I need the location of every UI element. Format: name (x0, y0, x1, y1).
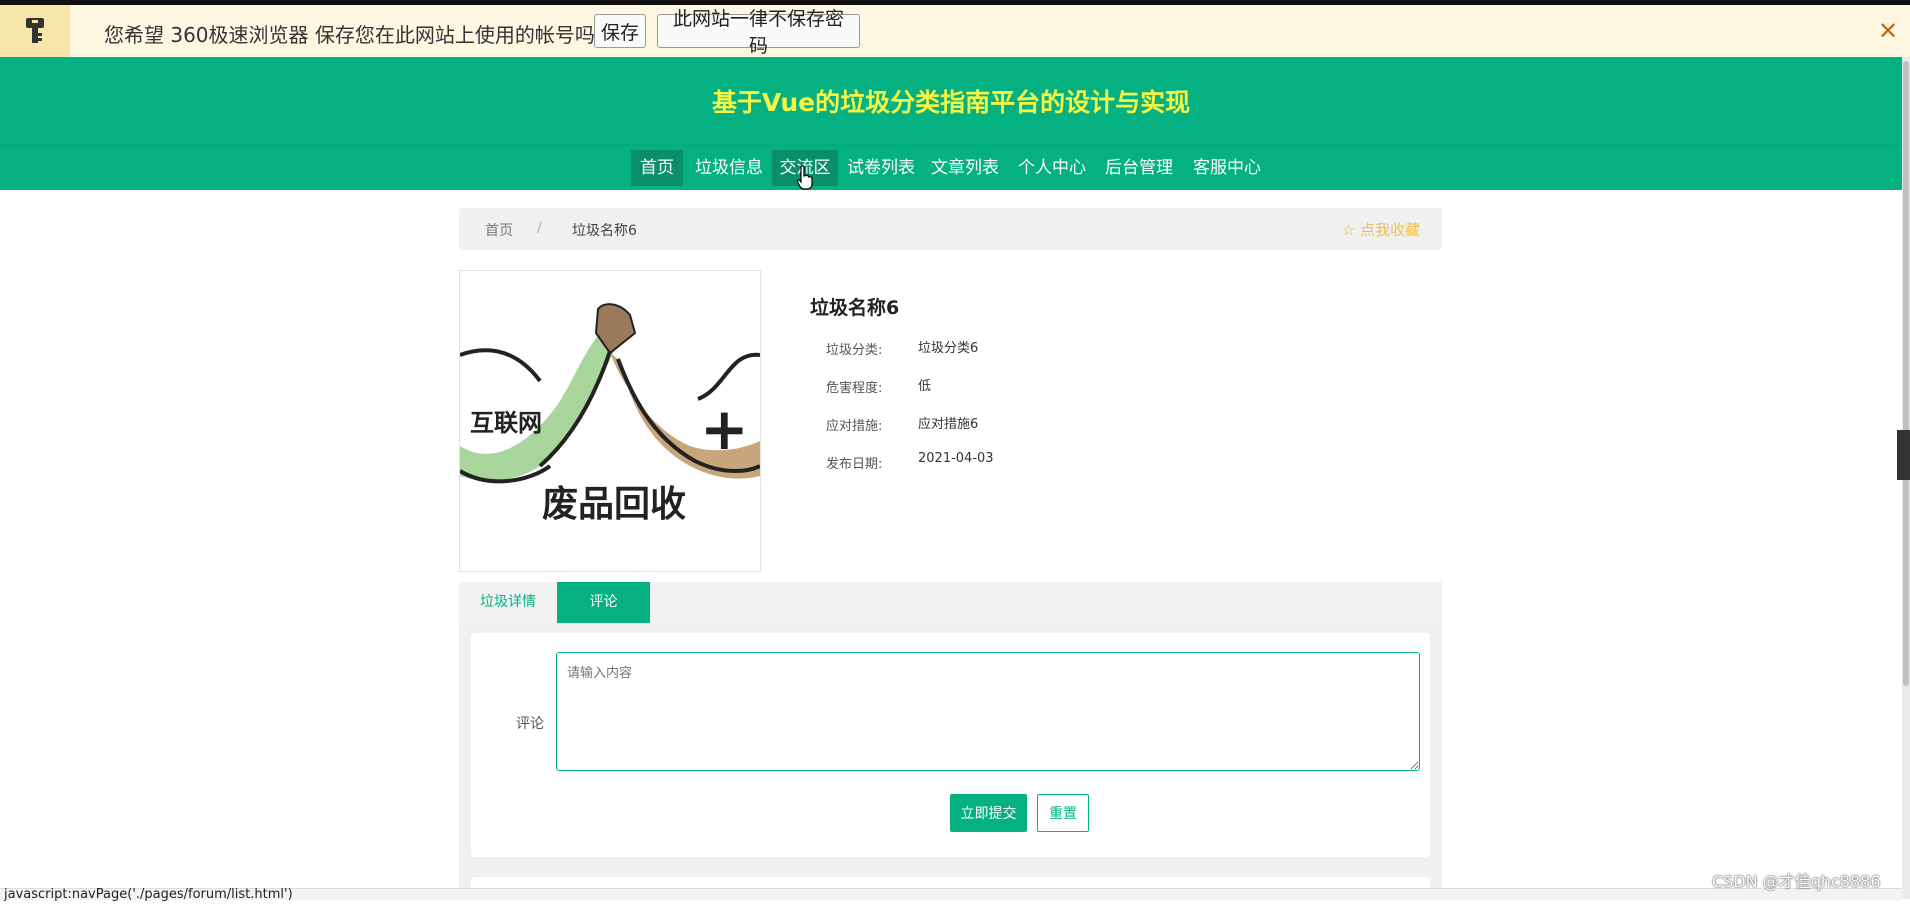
side-collapse-tab[interactable] (1897, 430, 1910, 480)
watermark: CSDN @才佳qhc8886 (1712, 872, 1881, 891)
close-icon[interactable]: ✕ (1878, 17, 1898, 45)
image-caption-internet: 互联网 (470, 409, 542, 437)
nav-item-article-list[interactable]: 文章列表 (928, 150, 1002, 186)
field-value-category: 垃圾分类6 (918, 341, 979, 356)
breadcrumb-separator: / (537, 220, 542, 236)
image-caption-recycling: 废品回收 (542, 484, 686, 525)
comment-panel: 评论 立即提交 重置 (459, 623, 1442, 907)
never-save-password-button[interactable]: 此网站一律不保存密码 (657, 9, 860, 57)
field-label-measures: 应对措施: (826, 419, 883, 434)
field-label-publish-date: 发布日期: (826, 457, 883, 472)
scrollbar-thumb[interactable] (1903, 61, 1909, 686)
product-image: 互联网 + 废品回收 (458, 270, 761, 572)
breadcrumb: 首页 / 垃圾名称6 ☆ 点我收藏 (459, 208, 1442, 250)
comment-label: 评论 (516, 716, 544, 732)
site-title: 基于Vue的垃圾分类指南平台的设计与实现 (711, 88, 1191, 117)
field-label-hazard: 危害程度: (826, 381, 883, 396)
submit-button[interactable]: 立即提交 (950, 794, 1027, 832)
hand-cursor-icon (796, 165, 813, 190)
favorite-button[interactable]: ☆ 点我收藏 (1342, 219, 1420, 240)
image-caption-plus: + (700, 395, 749, 463)
product-name: 垃圾名称6 (810, 297, 900, 319)
site-header: 基于Vue的垃圾分类指南平台的设计与实现 (0, 57, 1902, 145)
password-bar-message: 您希望 360极速浏览器 保存您在此网站上使用的帐号吗? (104, 23, 606, 47)
status-url: javascript:navPage('./pages/forum/list.h… (4, 887, 293, 902)
nav-item-exam-list[interactable]: 试卷列表 (844, 150, 918, 186)
browser-status-bar: javascript:navPage('./pages/forum/list.h… (0, 887, 1902, 902)
detail-tabs: 垃圾详情 评论 (459, 582, 1442, 623)
tab-garbage-detail[interactable]: 垃圾详情 (459, 582, 557, 623)
save-password-button[interactable]: 保存 (594, 14, 646, 48)
field-value-measures: 应对措施6 (918, 417, 979, 432)
breadcrumb-current: 垃圾名称6 (572, 223, 637, 239)
tab-comment[interactable]: 评论 (557, 582, 650, 623)
field-value-hazard: 低 (918, 379, 932, 394)
nav-item-customer-service[interactable]: 客服中心 (1190, 150, 1264, 186)
breadcrumb-home[interactable]: 首页 (485, 220, 513, 240)
comment-input[interactable] (556, 652, 1420, 771)
nav-item-home[interactable]: 首页 (631, 150, 683, 186)
comment-form: 评论 立即提交 重置 (471, 633, 1430, 857)
key-icon (0, 5, 70, 57)
field-value-publish-date: 2021-04-03 (918, 451, 994, 466)
nav-item-garbage-info[interactable]: 垃圾信息 (691, 150, 767, 186)
password-save-bar: 您希望 360极速浏览器 保存您在此网站上使用的帐号吗? 保存 此网站一律不保存… (0, 5, 1910, 58)
nav-item-admin[interactable]: 后台管理 (1102, 150, 1176, 186)
field-label-category: 垃圾分类: (826, 343, 883, 358)
reset-button[interactable]: 重置 (1037, 794, 1089, 832)
nav-item-personal-center[interactable]: 个人中心 (1015, 150, 1089, 186)
main-nav: 首页 垃圾信息 交流区 试卷列表 文章列表 个人中心 后台管理 客服中心 (0, 145, 1902, 190)
